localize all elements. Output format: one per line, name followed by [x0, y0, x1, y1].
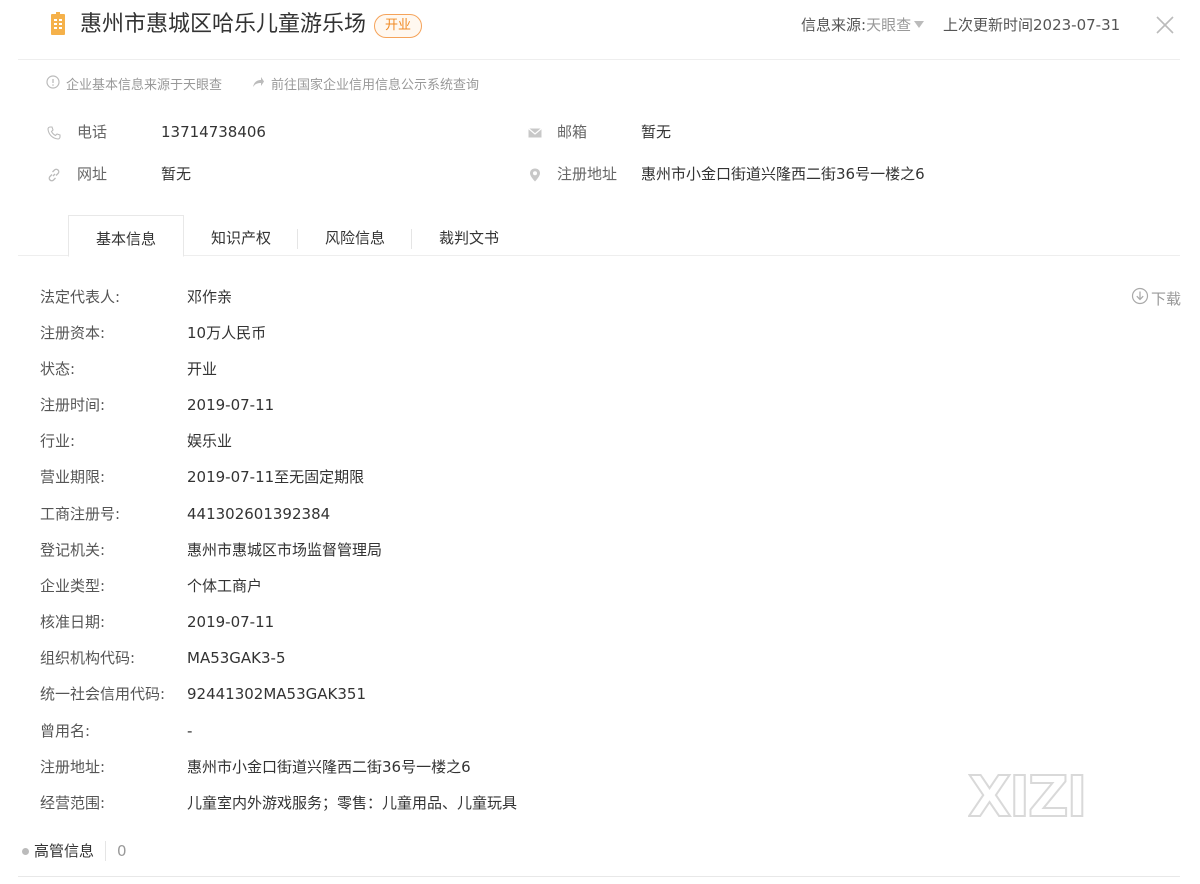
company-name: 惠州市惠城区哈乐儿童游乐场 — [80, 12, 367, 37]
info-value: 惠州市小金口街道兴隆西二街36号一楼之6 — [187, 758, 471, 776]
info-source[interactable]: 信息来源:天眼查 — [801, 14, 925, 36]
separator — [105, 841, 107, 861]
info-value: 娱乐业 — [187, 432, 233, 450]
location-pin-icon — [527, 167, 543, 183]
info-value: 10万人民币 — [187, 324, 267, 342]
download-circle-icon — [1131, 287, 1149, 311]
info-value: MA53GAK3-5 — [187, 649, 286, 667]
tab-label: 知识产权 — [210, 229, 271, 247]
info-key: 注册时间: — [40, 396, 106, 414]
info-value: 儿童室内外游戏服务；零售：儿童用品、儿童玩具 — [187, 794, 518, 812]
info-source-value[interactable]: 天眼查 — [866, 16, 911, 34]
tab-basic-info[interactable]: 基本信息 — [68, 215, 184, 257]
mail-icon — [527, 125, 543, 141]
info-key: 组织机构代码: — [40, 649, 136, 667]
gov-query-link[interactable]: 前往国家企业信用信息公示系统查询 — [251, 75, 479, 96]
company-building-icon — [48, 12, 68, 36]
phone-value: 13714738406 — [161, 123, 266, 141]
info-key: 统一社会信用代码: — [40, 685, 166, 703]
header-divider — [18, 59, 1180, 60]
gov-query-text[interactable]: 前往国家企业信用信息公示系统查询 — [271, 76, 479, 96]
info-key: 曾用名: — [40, 722, 91, 740]
email-label: 邮箱 — [557, 123, 588, 141]
info-key: 状态: — [40, 360, 76, 378]
info-value: 开业 — [187, 360, 218, 378]
status-badge: 开业 — [374, 14, 423, 38]
tab-label: 风险信息 — [324, 229, 385, 247]
info-value: 2019-07-11 — [187, 613, 275, 631]
website-value: 暂无 — [161, 165, 192, 183]
tab-judgments[interactable]: 裁判文书 — [412, 215, 526, 255]
phone-label: 电话 — [77, 123, 108, 141]
info-key: 营业期限: — [40, 468, 106, 486]
info-key: 行业: — [40, 432, 76, 450]
info-value: - — [187, 722, 193, 740]
basic-source-text: 企业基本信息来源于天眼查 — [66, 77, 223, 93]
tab-intellectual-property[interactable]: 知识产权 — [184, 215, 298, 255]
tabs-divider — [18, 255, 1180, 256]
bottom-divider — [18, 876, 1180, 877]
share-arrow-icon — [251, 75, 265, 96]
info-value: 个体工商户 — [187, 577, 263, 595]
executives-label[interactable]: 高管信息 — [34, 840, 94, 862]
info-key: 注册资本: — [40, 324, 106, 342]
download-label[interactable]: 下载 — [1151, 288, 1181, 310]
info-value: 2019-07-11 — [187, 396, 275, 414]
svg-text:XIZI: XIZI — [968, 768, 1085, 824]
detail-tabs: 基本信息 知识产权 风险信息 裁判文书 — [68, 215, 526, 257]
info-value: 92441302MA53GAK351 — [187, 685, 366, 703]
info-source-label: 信息来源: — [801, 16, 867, 34]
info-circle-icon — [46, 75, 60, 96]
download-button[interactable]: 下载 — [1131, 287, 1181, 311]
info-key: 工商注册号: — [40, 505, 121, 523]
info-value: 441302601392384 — [187, 505, 331, 523]
info-key: 注册地址: — [40, 758, 106, 776]
executives-section[interactable]: 高管信息 0 — [22, 840, 127, 862]
email-value: 暂无 — [641, 123, 672, 141]
close-icon[interactable] — [1154, 14, 1176, 36]
info-key: 登记机关: — [40, 541, 106, 559]
bullet-dot — [22, 847, 29, 855]
tab-risk-info[interactable]: 风险信息 — [298, 215, 412, 255]
info-key: 经营范围: — [40, 794, 106, 812]
caret-down-icon[interactable] — [914, 21, 925, 28]
info-key: 企业类型: — [40, 577, 106, 595]
info-value: 邓作亲 — [187, 288, 233, 306]
basic-source-note: 企业基本信息来源于天眼查 — [46, 75, 222, 96]
website-label: 网址 — [77, 165, 108, 183]
info-key: 法定代表人: — [40, 288, 121, 306]
phone-icon — [46, 125, 62, 141]
info-key: 核准日期: — [40, 613, 106, 631]
address-label: 注册地址 — [557, 165, 618, 183]
last-updated: 上次更新时间2023-07-31 — [943, 16, 1121, 34]
info-value: 2019-07-11至无固定期限 — [187, 468, 365, 486]
link-icon — [46, 167, 62, 183]
address-value: 惠州市小金口街道兴隆西二街36号一楼之6 — [641, 165, 925, 183]
info-value: 惠州市惠城区市场监督管理局 — [187, 541, 383, 559]
executives-count: 0 — [117, 842, 127, 860]
watermark-logo: XIZI — [967, 764, 1114, 831]
